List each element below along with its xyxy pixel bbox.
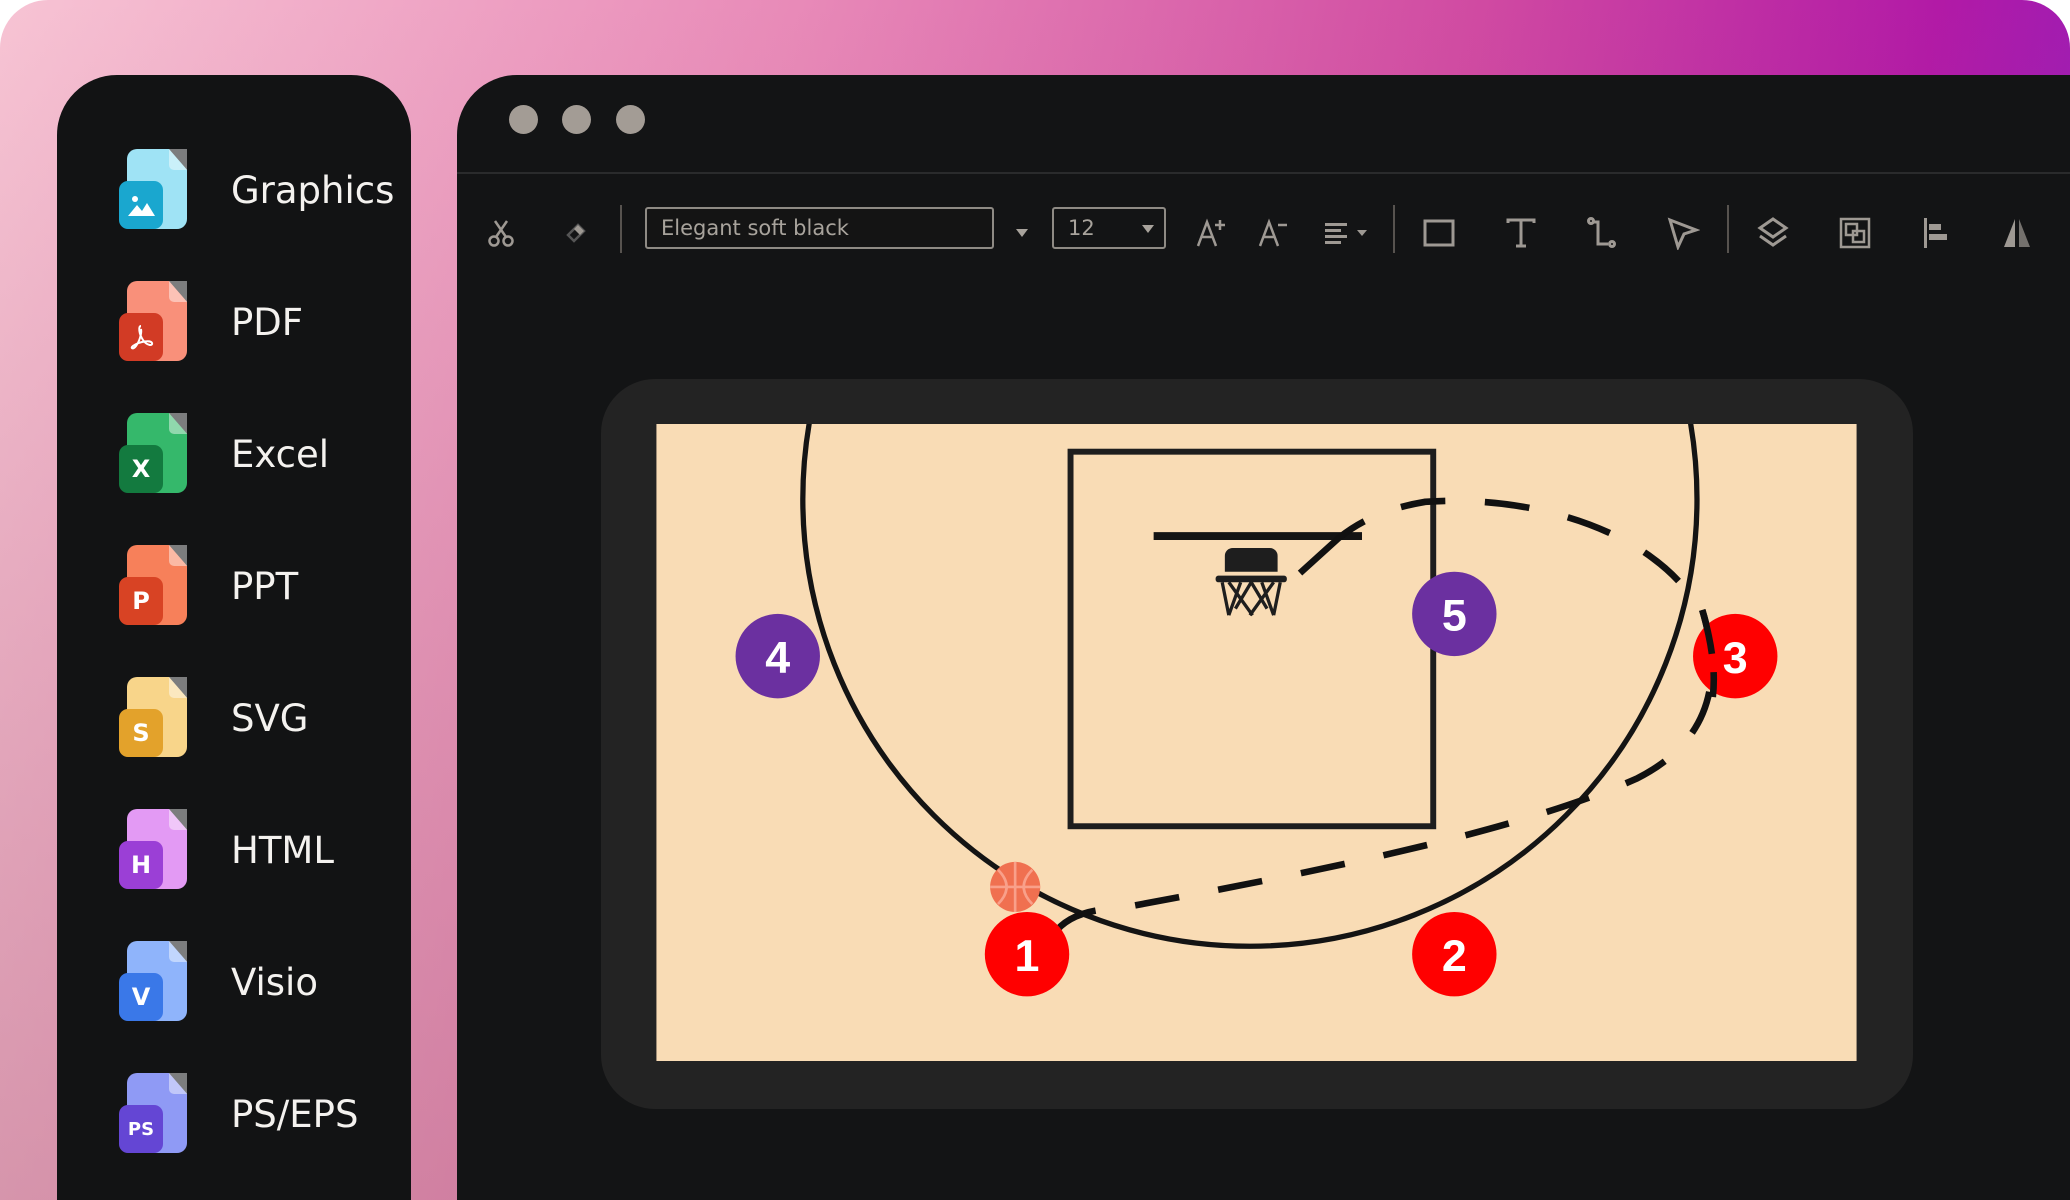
icon-badge-letter: P: [132, 587, 150, 615]
connector-icon[interactable]: [1580, 205, 1624, 261]
font-dropdown-arrow-icon[interactable]: [1010, 205, 1034, 261]
window-minimize-button[interactable]: [562, 105, 591, 134]
sidebar-item-label: PS/EPS: [231, 1092, 359, 1136]
pointer-icon[interactable]: [1661, 205, 1705, 261]
font-size-value: 12: [1068, 216, 1095, 240]
chevron-down-icon: [1142, 225, 1154, 233]
sidebar-item-label: PDF: [231, 300, 304, 344]
layers-icon[interactable]: [1751, 205, 1795, 261]
sidebar-item-svg[interactable]: S SVG: [119, 673, 409, 763]
sidebar-item-label: SVG: [231, 696, 309, 740]
player-4-marker[interactable]: 4: [735, 613, 820, 699]
sidebar-item-label: Visio: [231, 960, 318, 1004]
format-painter-icon[interactable]: [554, 205, 598, 261]
ps-eps-file-icon: PS: [119, 1073, 191, 1155]
sidebar-item-visio[interactable]: V Visio: [119, 937, 409, 1027]
sidebar-item-ps-eps[interactable]: PS PS/EPS: [119, 1069, 409, 1159]
app-frame: Graphics PDF X Excel P PPT S SVG H HTML V Visio PS PS…: [0, 0, 2070, 1200]
toolbar-divider: [1393, 205, 1395, 253]
font-size-select[interactable]: 12: [1052, 207, 1166, 249]
player-number: 1: [1015, 930, 1040, 981]
rectangle-icon[interactable]: [1417, 205, 1461, 261]
sidebar-item-excel[interactable]: X Excel: [119, 409, 409, 499]
sidebar-item-graphics[interactable]: Graphics: [119, 145, 409, 235]
sidebar-item-label: PPT: [231, 564, 299, 608]
player-number: 4: [765, 632, 790, 683]
export-format-sidebar: Graphics PDF X Excel P PPT S SVG H HTML V Visio PS PS…: [57, 75, 411, 1200]
player-number: 2: [1442, 930, 1467, 981]
increase-font-icon[interactable]: [1189, 205, 1233, 261]
court-floor: [656, 424, 1857, 1061]
sidebar-item-html[interactable]: H HTML: [119, 805, 409, 895]
window-maximize-button[interactable]: [616, 105, 645, 134]
sidebar-item-label: Graphics: [231, 168, 395, 212]
player-2-marker[interactable]: 2: [1412, 911, 1497, 997]
icon-badge-letter: S: [132, 719, 150, 747]
titlebar-divider: [457, 172, 2070, 174]
icon-badge-letter: V: [131, 983, 151, 1011]
basketball-icon: [990, 861, 1041, 912]
editor-window: Elegant soft black 12 1 2 3 4 5: [457, 75, 2070, 1200]
text-icon[interactable]: [1499, 205, 1543, 261]
sidebar-item-label: HTML: [231, 828, 334, 872]
sidebar-item-pdf[interactable]: PDF: [119, 277, 409, 367]
align-icon[interactable]: [1321, 205, 1375, 261]
player-1-marker[interactable]: 1: [984, 911, 1070, 997]
toolbar-divider: [1727, 205, 1729, 253]
player-number: 3: [1723, 632, 1748, 683]
canvas-panel: 1 2 3 4 5: [601, 379, 1913, 1109]
decrease-font-icon[interactable]: [1251, 205, 1295, 261]
scissors-icon[interactable]: [479, 205, 523, 261]
font-family-input[interactable]: Elegant soft black: [645, 207, 994, 249]
icon-badge-letter: PS: [127, 1118, 155, 1140]
group-icon[interactable]: [1833, 205, 1877, 261]
icon-badge-letter: H: [130, 851, 152, 879]
flip-icon[interactable]: [1995, 205, 2039, 261]
ppt-file-icon: P: [119, 545, 191, 627]
toolbar-divider: [620, 205, 622, 253]
player-5-marker[interactable]: 5: [1412, 571, 1497, 657]
graphics-file-icon: [119, 149, 191, 231]
sidebar-item-label: Excel: [231, 432, 330, 476]
sidebar-item-ppt[interactable]: P PPT: [119, 541, 409, 631]
excel-file-icon: X: [119, 413, 191, 495]
pdf-file-icon: [119, 281, 191, 363]
window-close-button[interactable]: [509, 105, 538, 134]
align-left-icon[interactable]: [1914, 205, 1958, 261]
html-file-icon: H: [119, 809, 191, 891]
icon-badge-letter: X: [131, 455, 151, 483]
basketball-court-diagram[interactable]: 1 2 3 4 5: [656, 424, 1857, 1061]
visio-file-icon: V: [119, 941, 191, 1023]
svg-file-icon: S: [119, 677, 191, 759]
player-number: 5: [1442, 590, 1467, 641]
